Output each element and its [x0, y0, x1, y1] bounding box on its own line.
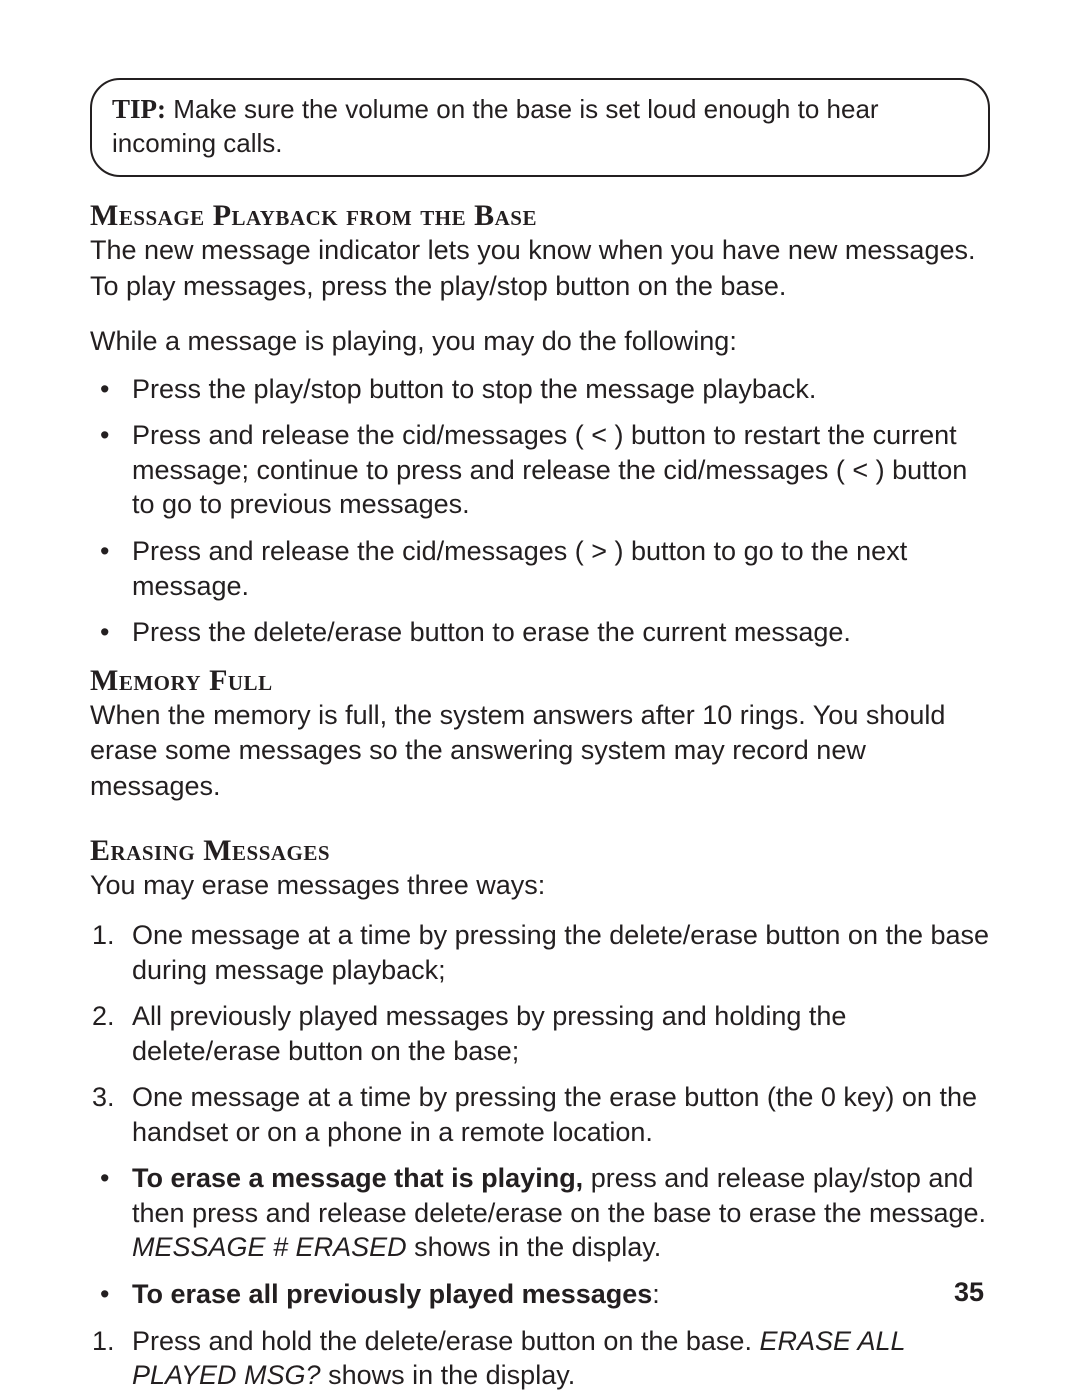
list-item: One message at a time by pressing the de… [90, 918, 990, 987]
page-number: 35 [954, 1277, 984, 1308]
tip-label: TIP: [112, 94, 166, 124]
numbered-list: One message at a time by pressing the de… [90, 918, 990, 1149]
tip-text: Make sure the volume on the base is set … [112, 94, 879, 158]
list-item: To erase all previously played messages: [90, 1277, 990, 1312]
italic-text: MESSAGE # ERASED [132, 1232, 407, 1262]
list-item: Press and hold the delete/erase button o… [90, 1324, 990, 1393]
numbered-list: Press and hold the delete/erase button o… [90, 1324, 990, 1393]
paragraph: When the memory is full, the system answ… [90, 698, 990, 805]
document-page: TIP: Make sure the volume on the base is… [90, 78, 990, 1393]
text: : [652, 1279, 660, 1309]
bold-text: To erase a message that is playing, [132, 1163, 583, 1193]
list-item: Press and release the cid/messages ( > )… [90, 534, 990, 603]
text: Press and hold the delete/erase button o… [132, 1326, 759, 1356]
paragraph: The new message indicator lets you know … [90, 233, 990, 304]
paragraph: While a message is playing, you may do t… [90, 324, 990, 360]
bullet-list: To erase a message that is playing, pres… [90, 1161, 990, 1311]
list-item: All previously played messages by pressi… [90, 999, 990, 1068]
heading-playback: Message Playback from the Base [90, 199, 990, 233]
list-item: Press the delete/erase button to erase t… [90, 615, 990, 650]
list-item: Press the play/stop button to stop the m… [90, 372, 990, 407]
heading-erasing: Erasing Messages [90, 834, 990, 868]
list-item: Press and release the cid/messages ( < )… [90, 418, 990, 522]
bullet-list: Press the play/stop button to stop the m… [90, 372, 990, 650]
text: shows in the display. [321, 1360, 576, 1390]
bold-text: To erase all previously played messages [132, 1279, 652, 1309]
text: shows in the display. [407, 1232, 662, 1262]
heading-memory-full: Memory Full [90, 664, 990, 698]
tip-box: TIP: Make sure the volume on the base is… [90, 78, 990, 177]
paragraph: You may erase messages three ways: [90, 868, 990, 904]
list-item: To erase a message that is playing, pres… [90, 1161, 990, 1265]
list-item: One message at a time by pressing the er… [90, 1080, 990, 1149]
